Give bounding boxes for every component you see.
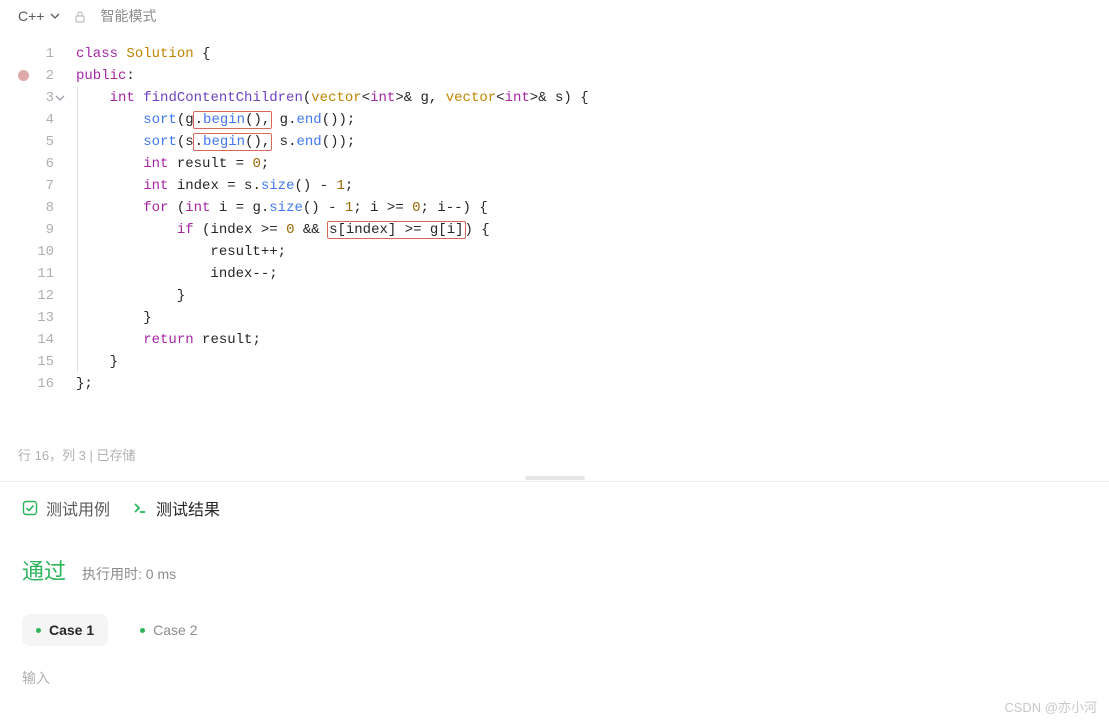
language-selector[interactable]: C++ bbox=[18, 8, 60, 24]
panel-tabs: 测试用例 测试结果 bbox=[22, 492, 1087, 524]
watermark: CSDN @亦小河 bbox=[1004, 697, 1097, 716]
mode-label: 智能模式 bbox=[100, 6, 156, 26]
case-tab-2[interactable]: Case 2 bbox=[126, 614, 211, 646]
tab-results[interactable]: 测试结果 bbox=[132, 492, 220, 524]
breakpoint-icon[interactable] bbox=[18, 70, 29, 81]
case-tab-1-label: Case 1 bbox=[49, 622, 94, 638]
indent-guide bbox=[77, 87, 78, 373]
line-gutter: 1 2 3 45678910111213141516 bbox=[0, 43, 62, 395]
lock-icon bbox=[74, 10, 86, 22]
status-dot-icon bbox=[140, 628, 145, 633]
case-tabs: Case 1 Case 2 bbox=[22, 614, 1087, 646]
case-tab-2-label: Case 2 bbox=[153, 622, 197, 638]
code-editor[interactable]: 1 2 3 45678910111213141516 class Solutio… bbox=[0, 33, 1109, 395]
runtime-label: 执行用时: 0 ms bbox=[82, 564, 176, 584]
check-square-icon bbox=[22, 500, 38, 516]
tab-results-label: 测试结果 bbox=[156, 496, 220, 520]
tab-testcases-label: 测试用例 bbox=[46, 496, 110, 520]
status-dot-icon bbox=[36, 628, 41, 633]
language-label: C++ bbox=[18, 8, 44, 24]
input-section-label: 输入 bbox=[22, 668, 1087, 688]
case-tab-1[interactable]: Case 1 bbox=[22, 614, 108, 646]
code-area[interactable]: class Solution { public: int findContent… bbox=[62, 43, 589, 395]
result-status: 通过 bbox=[22, 554, 66, 586]
editor-status-line: 行 16，列 3 | 已存储 bbox=[0, 437, 1109, 472]
fold-chevron-icon[interactable] bbox=[52, 90, 66, 104]
results-panel: 测试用例 测试结果 通过 执行用时: 0 ms Case 1 Case 2 输入 bbox=[0, 481, 1109, 688]
chevron-down-icon bbox=[50, 11, 60, 21]
terminal-icon bbox=[132, 500, 148, 516]
editor-toolbar: C++ 智能模式 bbox=[0, 0, 1109, 33]
tab-testcases[interactable]: 测试用例 bbox=[22, 492, 110, 524]
